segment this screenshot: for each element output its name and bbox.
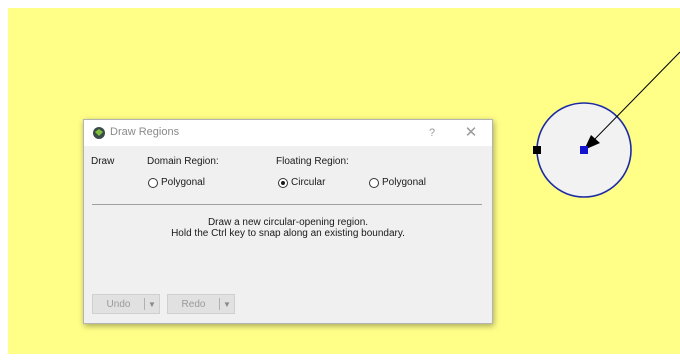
domain-region-label: Domain Region:: [147, 156, 219, 167]
chevron-down-icon[interactable]: ▼: [145, 300, 159, 309]
app-logo-icon: [93, 127, 105, 139]
dialog-titlebar[interactable]: Draw Regions ? ✕: [84, 120, 492, 146]
radio-circle-icon: [148, 177, 158, 188]
domain-polygonal-radio[interactable]: Polygonal: [148, 177, 205, 188]
center-handle[interactable]: [580, 146, 588, 154]
instruction-line-1: Draw a new circular-opening region.: [207, 217, 369, 228]
close-icon[interactable]: ✕: [463, 124, 479, 142]
radio-circle-icon: [369, 177, 379, 188]
help-button[interactable]: ?: [424, 124, 440, 142]
instruction-line-2: Hold the Ctrl key to snap along an exist…: [171, 228, 405, 239]
floating-circular-radio[interactable]: Circular: [278, 177, 325, 188]
separator: [92, 204, 482, 205]
undo-button[interactable]: Undo ▼: [92, 294, 160, 314]
floating-polygonal-radio[interactable]: Polygonal: [369, 177, 426, 188]
redo-button[interactable]: Redo ▼: [167, 294, 235, 314]
chevron-down-icon[interactable]: ▼: [220, 300, 234, 309]
floating-region-label: Floating Region:: [276, 156, 349, 167]
edge-handle[interactable]: [533, 146, 541, 154]
radio-selected-icon: [278, 177, 288, 188]
dialog-title: Draw Regions: [110, 126, 180, 138]
leader-line: [589, 51, 680, 145]
draw-regions-dialog: Draw Regions ? ✕ Draw Domain Region: Flo…: [83, 119, 493, 324]
draw-label: Draw: [91, 156, 115, 167]
instruction-message: Draw a new circular-opening region. Hold…: [84, 217, 492, 239]
